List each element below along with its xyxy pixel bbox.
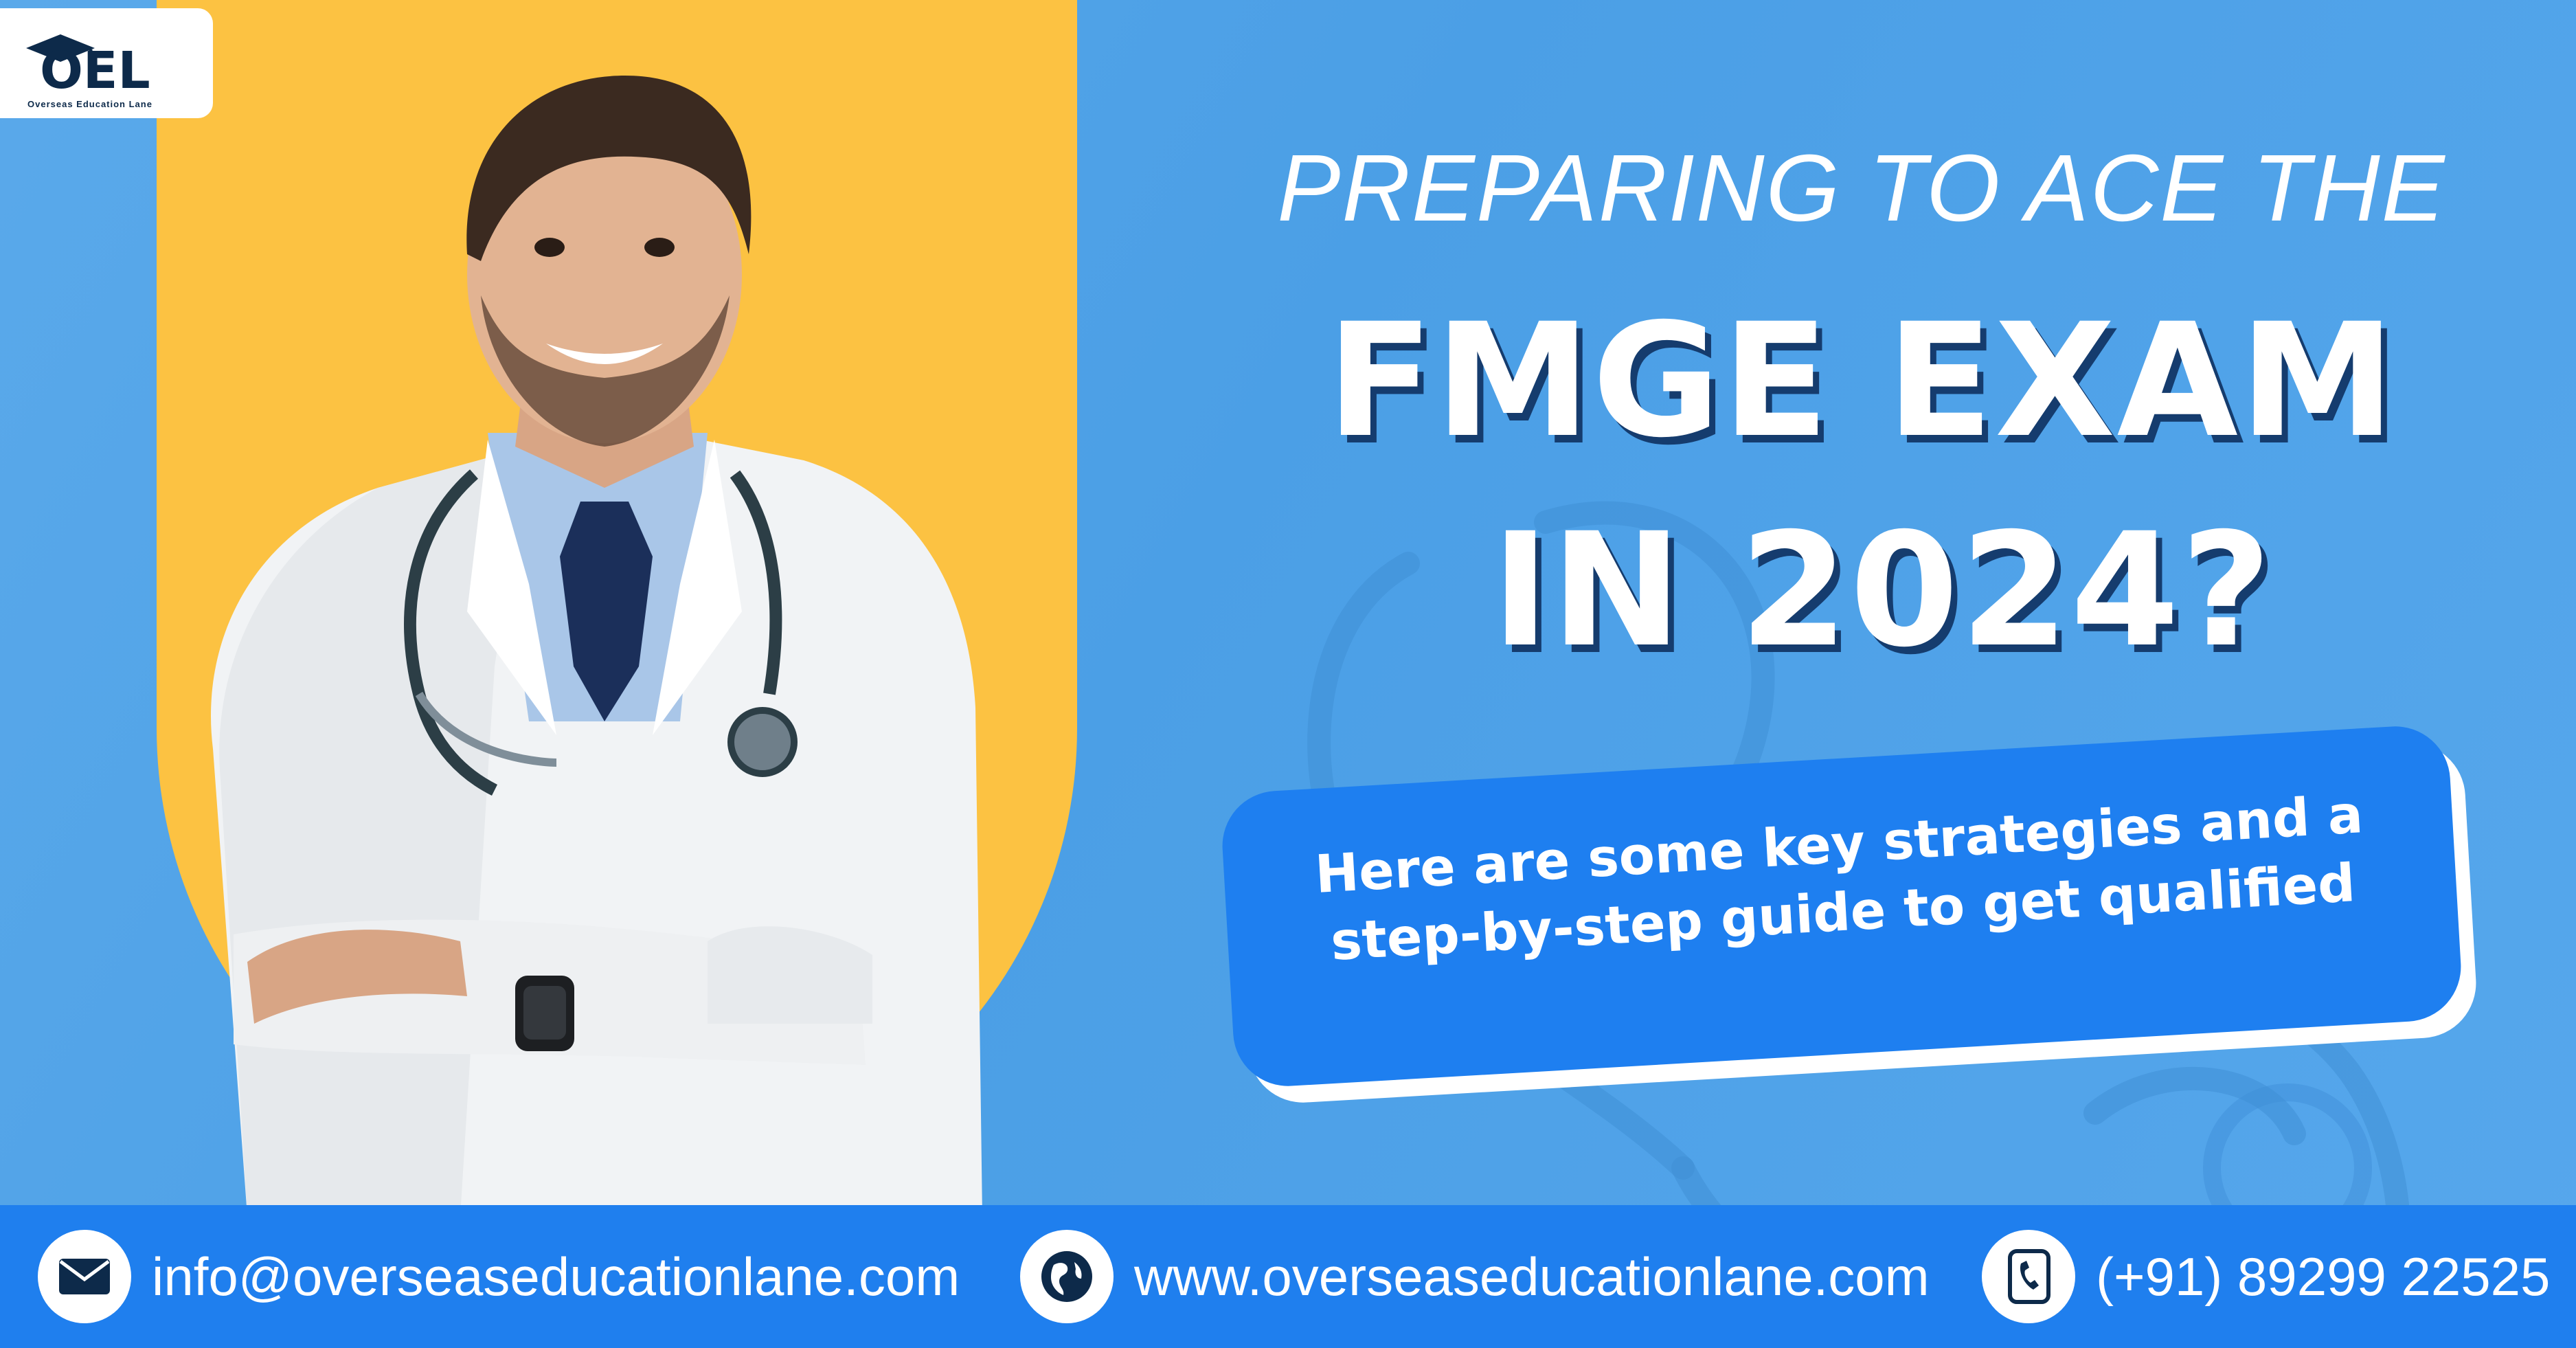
logo-tagline: Overseas Education Lane (27, 99, 152, 109)
envelope-icon (38, 1230, 131, 1323)
website-link[interactable]: www.overseaseducationlane.com (1134, 1246, 1930, 1308)
headline-line-1: PREPARING TO ACE THE (1277, 135, 2446, 241)
headline-line-2: FMGE EXAM (1326, 289, 2397, 472)
globe-icon (1020, 1230, 1114, 1323)
contact-email[interactable]: info@overseaseducationlane.com (38, 1205, 960, 1348)
headline-line-3: IN 2024? (1491, 499, 2273, 682)
contact-phone[interactable]: (+91) 89299 22525 (1982, 1205, 2550, 1348)
phone-number[interactable]: (+91) 89299 22525 (2096, 1246, 2550, 1308)
promo-banner: OEL Overseas Education Lane PREPARING TO… (0, 0, 2576, 1348)
phone-icon (1982, 1230, 2075, 1323)
email-link[interactable]: info@overseaseducationlane.com (152, 1246, 960, 1308)
brand-logo[interactable]: OEL Overseas Education Lane (0, 8, 213, 118)
doctor-photo (211, 76, 982, 1216)
logo-text: OEL (40, 41, 150, 91)
contact-footer: info@overseaseducationlane.com www.overs… (0, 1205, 2576, 1348)
logo-mark: OEL (26, 34, 150, 91)
contact-website[interactable]: www.overseaseducationlane.com (1020, 1205, 1930, 1348)
